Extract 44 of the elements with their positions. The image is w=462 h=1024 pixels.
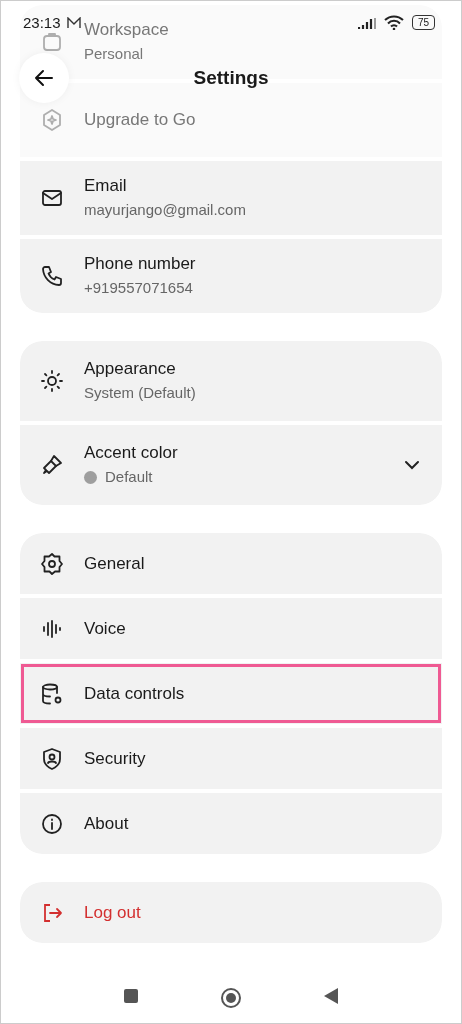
wifi-icon <box>383 15 404 30</box>
row-label: Email <box>84 174 127 196</box>
info-icon <box>40 811 64 836</box>
row-label: Voice <box>84 617 126 640</box>
row-label: Phone number <box>84 252 196 274</box>
row-label: About <box>84 812 129 835</box>
row-label: Accent color <box>84 441 178 463</box>
row-label: Appearance <box>84 357 176 379</box>
row-label: Log out <box>84 901 141 924</box>
settings-row[interactable]: Log out <box>20 882 442 943</box>
back-icon[interactable] <box>322 987 340 1005</box>
settings-row[interactable]: Email mayurjango@gmail.com <box>20 161 442 235</box>
settings-row[interactable]: Phone number +919557071654 <box>20 239 442 313</box>
gmail-icon <box>66 16 81 29</box>
row-subtitle: Personal <box>84 43 144 64</box>
recents-icon[interactable] <box>122 987 140 1005</box>
settings-row[interactable]: About <box>20 793 442 854</box>
briefcase-icon <box>40 30 64 54</box>
home-icon[interactable] <box>220 987 242 1009</box>
battery-level: 75 <box>411 15 435 30</box>
row-label: Upgrade to Go <box>84 109 196 131</box>
settings-row[interactable]: Data controls <box>20 663 442 724</box>
status-time: 23:13 <box>23 15 61 30</box>
settings-row[interactable]: Accent color Default <box>20 425 442 505</box>
settings-icon <box>40 551 64 576</box>
database-gear-icon <box>40 681 64 706</box>
phone-icon <box>40 264 64 288</box>
shield-user-icon <box>40 746 64 771</box>
row-subtitle: System (Default) <box>84 382 196 403</box>
row-subtitle: +919557071654 <box>84 277 193 298</box>
row-subtitle: mayurjango@gmail.com <box>84 199 246 220</box>
row-label: General <box>84 552 145 575</box>
row-label: Data controls <box>84 682 185 705</box>
settings-row[interactable]: Appearance System (Default) <box>20 341 442 421</box>
row-label: Security <box>84 747 146 770</box>
settings-row[interactable]: General <box>20 533 442 594</box>
signal-icon <box>357 16 376 29</box>
sun-icon <box>40 369 64 393</box>
settings-row[interactable]: Voice <box>20 598 442 659</box>
row-subtitle: Default <box>105 466 153 487</box>
sparkle-icon <box>40 108 64 132</box>
paintbrush-icon <box>40 453 64 477</box>
settings-row[interactable]: Security <box>20 728 442 789</box>
row-label: Workspace <box>84 18 169 40</box>
